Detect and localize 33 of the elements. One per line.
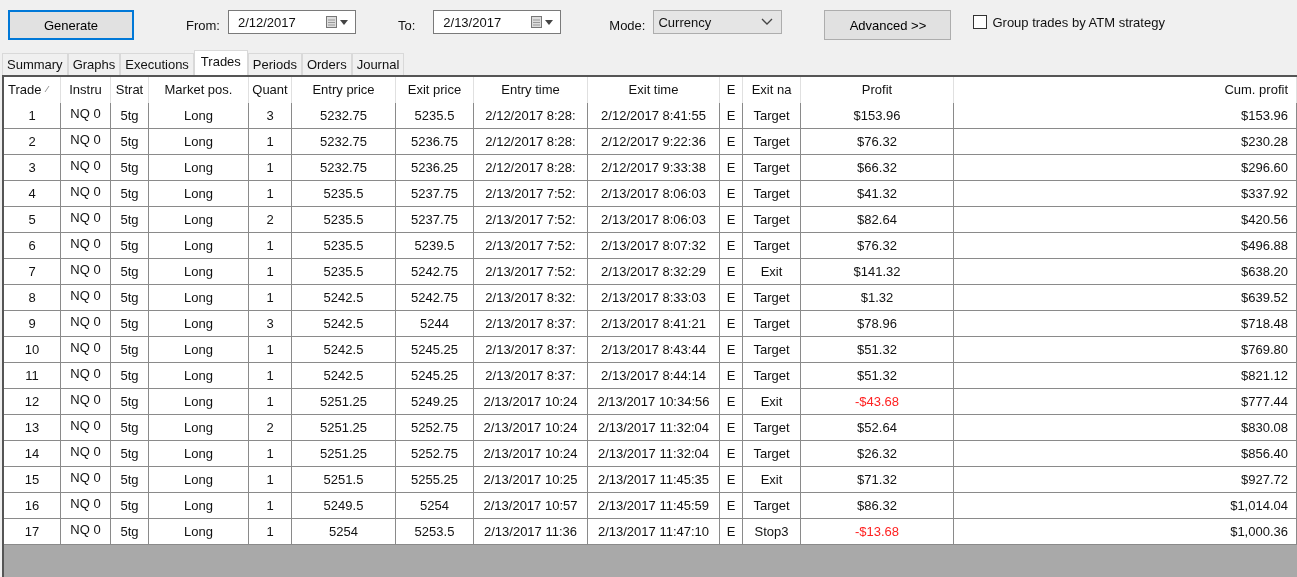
tab[interactable]: Graphs (67, 53, 121, 75)
tab[interactable]: Periods (247, 53, 302, 75)
checkbox[interactable] (973, 15, 988, 29)
table-cell: $1,000.36 (954, 519, 1297, 545)
calendar-dropdown-icon (325, 16, 350, 28)
table-cell: 2/13/2017 11:36 (474, 519, 588, 545)
table-cell: Long (149, 519, 249, 545)
from-label: From: (186, 17, 220, 33)
table-cell: 17 (4, 519, 61, 545)
calendar-dropdown-icon (531, 16, 556, 28)
generate-button[interactable]: Generate (8, 10, 134, 40)
tab[interactable]: Orders (301, 53, 352, 75)
table-cell: 1 (249, 519, 292, 545)
mode-label: Mode: (609, 17, 646, 33)
tab[interactable]: Summary (2, 53, 68, 75)
checkbox-label: Group trades by ATM strategy (992, 14, 1165, 30)
table-cell: 5253.5 (396, 519, 474, 545)
from-date-picker[interactable]: 2/12/2017 (227, 10, 356, 34)
tab[interactable]: Executions (120, 53, 194, 75)
table-cell: E (720, 519, 743, 545)
tab[interactable]: Journal (351, 53, 405, 75)
mode-dropdown[interactable]: Currency (653, 10, 783, 34)
to-label: To: (397, 17, 416, 33)
table-cell: Stop3 (743, 519, 801, 545)
table-cell: 5254 (292, 519, 396, 545)
tab[interactable]: Trades (193, 50, 248, 75)
table-cell: -$13.68 (801, 519, 954, 545)
chevron-down-icon (761, 18, 774, 26)
advanced-button[interactable]: Advanced >> (824, 10, 952, 40)
table-cell: 5tg (111, 519, 149, 545)
table-cell: 2/13/2017 11:47:10 (588, 519, 720, 545)
table-cell: NQ 0 (61, 519, 111, 545)
to-date-picker[interactable]: 2/13/2017 (433, 10, 562, 34)
